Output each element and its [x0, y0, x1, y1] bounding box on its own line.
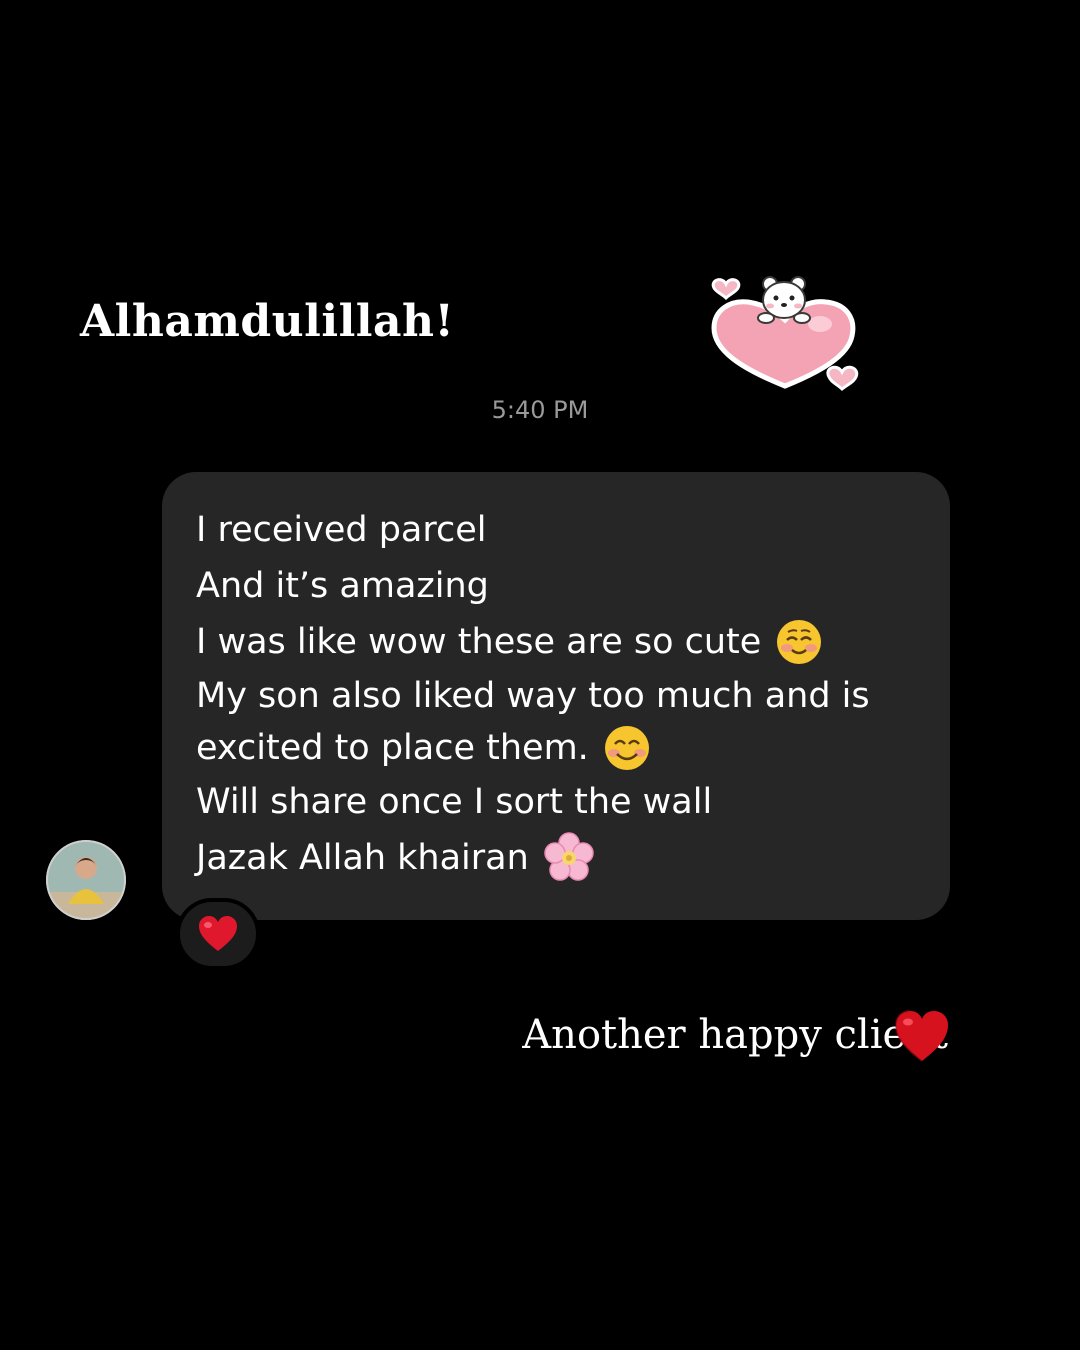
sender-avatar[interactable]: [46, 840, 126, 920]
heart-reaction-icon: [199, 916, 237, 951]
timestamp-text: 5:40 PM: [491, 396, 589, 424]
headline-text: Alhamdulillah!: [80, 296, 455, 347]
message-line-4: My son also liked way too much and is: [196, 670, 930, 722]
pink-flower-emoji-icon: [544, 832, 594, 881]
message-line-1: I received parcel: [196, 502, 930, 558]
message-line-7: Jazak Allah khairan: [196, 830, 930, 886]
message-line-3: I was like wow these are so cute: [196, 614, 930, 670]
smiling-blush-emoji-icon: [777, 620, 822, 664]
smiling-face-emoji-icon: [604, 726, 649, 770]
red-heart-icon: [894, 1010, 948, 1062]
avatar-photo-icon: [46, 840, 126, 920]
message-line-6: Will share once I sort the wall: [196, 774, 930, 830]
message-line-7-text: Jazak Allah khairan: [196, 838, 529, 878]
bear-heart-sticker-icon: [711, 276, 859, 392]
message-line-6-text: Will share once I sort the wall: [196, 782, 713, 822]
message-timestamp: 5:40 PM: [0, 396, 1080, 424]
message-line-2: And it’s amazing: [196, 558, 930, 614]
message-line-2-text: And it’s amazing: [196, 566, 489, 606]
message-line-4-text: My son also liked way too much and is: [196, 676, 870, 716]
message-line-1-text: I received parcel: [196, 510, 487, 550]
message-bubble[interactable]: I received parcel And it’s amazing I was…: [162, 472, 950, 920]
message-line-5: excited to place them.: [196, 722, 930, 774]
message-reaction[interactable]: [176, 898, 260, 970]
caption-text: Another happy client: [522, 1012, 948, 1058]
message-line-3-text: I was like wow these are so cute: [196, 622, 762, 662]
message-line-5-text: excited to place them.: [196, 728, 589, 768]
